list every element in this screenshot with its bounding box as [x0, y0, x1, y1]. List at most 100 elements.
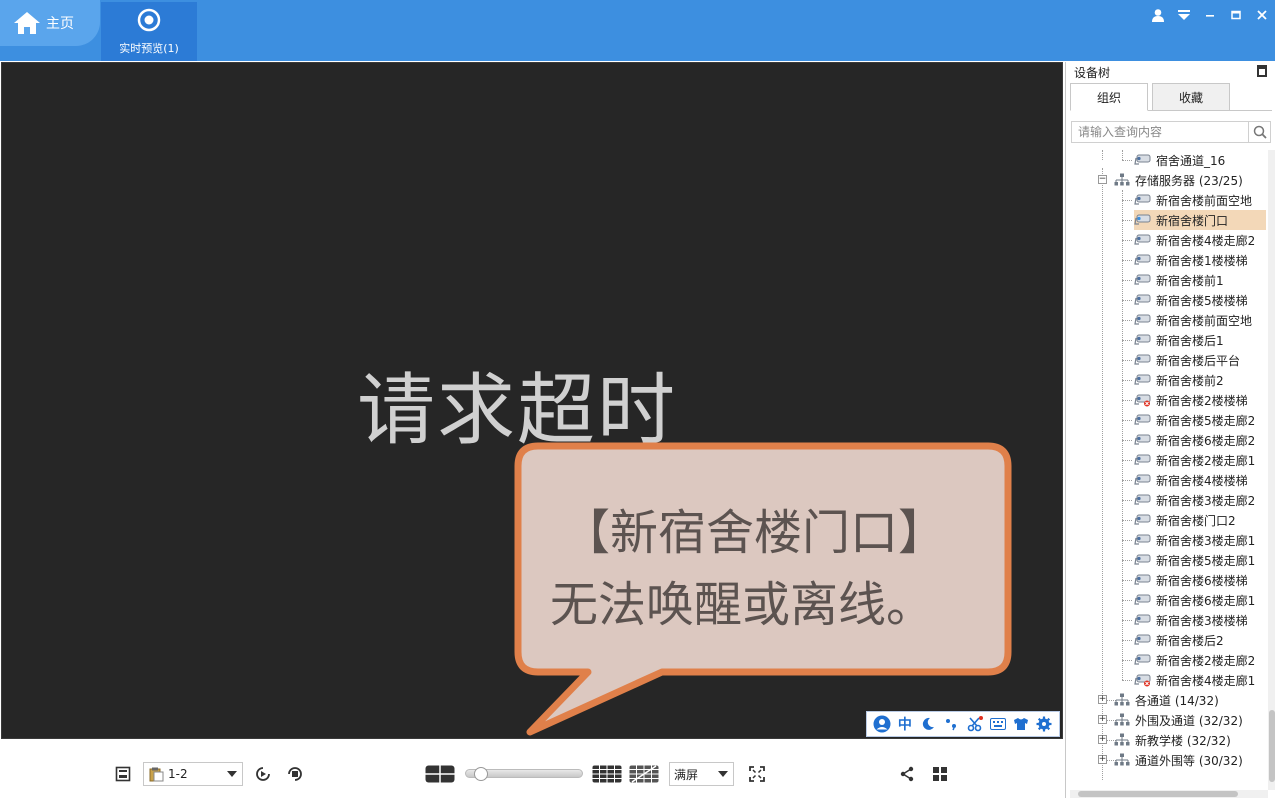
maximize-icon[interactable] [1227, 6, 1245, 24]
tree-item-label: 新宿舍楼后平台 [1156, 353, 1241, 368]
pin-icon[interactable] [1257, 65, 1267, 77]
chevron-down-icon [227, 771, 237, 777]
tree-item-camera[interactable]: 新宿舍楼4楼楼梯 [1134, 470, 1248, 490]
close-icon[interactable] [1253, 6, 1271, 24]
expand-toggle[interactable]: + [1098, 755, 1107, 764]
camera-icon [1134, 453, 1152, 467]
tree-item-label: 新宿舍楼6楼走廊2 [1156, 433, 1256, 448]
tree-item-label: 新宿舍楼6楼楼梯 [1156, 573, 1248, 588]
tree-item-camera[interactable]: 新宿舍楼5楼走廊2 [1134, 410, 1255, 430]
menu-dropdown-icon[interactable] [1175, 6, 1193, 24]
tree-item-camera[interactable]: 新宿舍楼前面空地 [1134, 190, 1252, 210]
expand-toggle[interactable]: + [1098, 715, 1107, 724]
tree-item-camera[interactable]: 新宿舍楼门口 [1134, 210, 1266, 230]
ime-language-toggle[interactable]: 中 [896, 715, 914, 733]
tree-item-camera[interactable]: 新宿舍楼前1 [1134, 270, 1224, 290]
ime-skin-icon[interactable] [1012, 715, 1030, 733]
camera-icon [1134, 353, 1152, 367]
playback-toolbar: 1-2 满屏 [0, 740, 1064, 798]
camera-icon [1134, 653, 1152, 667]
ime-logo-icon[interactable] [873, 715, 891, 733]
scrollbar-thumb[interactable] [1078, 791, 1238, 797]
tree-item-camera[interactable]: 新宿舍楼3楼走廊2 [1134, 490, 1255, 510]
camera-icon [1134, 273, 1152, 287]
user-icon[interactable] [1149, 6, 1167, 24]
fullscreen-icon[interactable] [748, 764, 766, 784]
custom-layout-icon[interactable] [629, 764, 659, 784]
tree-group[interactable]: 新教学楼 (32/32) [1114, 730, 1231, 750]
tree-item-camera[interactable]: 新宿舍楼5楼楼梯 [1134, 290, 1248, 310]
tree-item-camera[interactable]: 新宿舍楼后1 [1134, 330, 1224, 350]
tree-item-camera[interactable]: 新宿舍楼前2 [1134, 370, 1224, 390]
tab-organization[interactable]: 组织 [1070, 83, 1148, 111]
tree-item-camera[interactable]: 新宿舍楼后平台 [1134, 350, 1240, 370]
ime-settings-icon[interactable] [1035, 715, 1053, 733]
tab-live-preview[interactable]: 实时预览(1) [101, 2, 197, 61]
tree-item-camera[interactable]: 新宿舍楼1楼楼梯 [1134, 250, 1248, 270]
layout-4x4-icon[interactable] [592, 764, 622, 784]
tree-item-camera[interactable]: 新宿舍楼6楼走廊2 [1134, 430, 1255, 450]
tree-item-camera[interactable]: 新宿舍楼2楼走廊2 [1134, 650, 1255, 670]
search-input[interactable] [1072, 122, 1248, 142]
ime-punctuation-icon[interactable] [942, 715, 960, 733]
tree-item-camera[interactable]: 新宿舍楼5楼走廊1 [1134, 550, 1255, 570]
camera-icon [1134, 293, 1152, 307]
tree-group[interactable]: 外围及通道 (32/32) [1114, 710, 1243, 730]
tree-horizontal-scrollbar[interactable] [1070, 790, 1268, 798]
tree-group-label: 各通道 (14/32) [1135, 693, 1219, 708]
layout-2x2-icon[interactable] [425, 764, 455, 784]
tree-item-label: 新宿舍楼3楼走廊2 [1156, 493, 1256, 508]
ime-keyboard-icon[interactable] [989, 715, 1007, 733]
layout-slider-handle[interactable] [474, 767, 488, 781]
collapse-toggle[interactable]: − [1098, 175, 1107, 184]
tree-item-camera[interactable]: 新宿舍楼6楼走廊1 [1134, 590, 1255, 610]
ime-moon-icon[interactable] [919, 715, 937, 733]
tree-item-camera[interactable]: 新宿舍楼4楼走廊2 [1134, 230, 1255, 250]
camera-icon [1134, 493, 1152, 507]
tree-group[interactable]: 通道外围等 (30/32) [1114, 750, 1243, 770]
video-window[interactable]: 请求超时 【新宿舍楼门口】 无法唤醒或离线。 中 [1, 62, 1063, 739]
tab-favorites[interactable]: 收藏 [1152, 83, 1230, 111]
camera-icon [1134, 533, 1152, 547]
camera-offline-icon [1134, 673, 1152, 687]
tree-item-camera[interactable]: 新宿舍楼前面空地 [1134, 310, 1252, 330]
home-tab[interactable]: 主页 [0, 0, 100, 46]
tree-item-camera[interactable]: 新宿舍楼后2 [1134, 630, 1224, 650]
tree-item-camera[interactable]: 新宿舍楼2楼走廊1 [1134, 450, 1255, 470]
tree-item-camera[interactable]: 宿舍通道_16 [1134, 150, 1225, 170]
tree-group[interactable]: 各通道 (14/32) [1114, 690, 1219, 710]
bubble-offline-message: 无法唤醒或离线。 [550, 577, 935, 633]
camera-icon [1134, 313, 1152, 327]
scrollbar-thumb[interactable] [1269, 710, 1275, 782]
tree-item-camera[interactable]: 新宿舍楼门口2 [1134, 510, 1236, 530]
expand-toggle[interactable]: + [1098, 695, 1107, 704]
tree-group-storage-server[interactable]: 存储服务器 (23/25) [1114, 170, 1243, 190]
play-all-icon[interactable] [253, 764, 273, 784]
page-select[interactable]: 1-2 [143, 762, 243, 786]
tree-item-label: 新宿舍楼前1 [1156, 273, 1224, 288]
tree-item-label: 新宿舍楼5楼楼梯 [1156, 293, 1248, 308]
tree-item-camera[interactable]: 新宿舍楼2楼楼梯 [1134, 390, 1248, 410]
expand-toggle[interactable]: + [1098, 735, 1107, 744]
tree-group-label: 通道外围等 (30/32) [1135, 753, 1243, 768]
tree-item-label: 新宿舍楼2楼楼梯 [1156, 393, 1248, 408]
screen-mode-value: 满屏 [674, 767, 699, 782]
wall-layout-icon[interactable] [931, 764, 949, 784]
chevron-down-icon [718, 771, 728, 777]
camera-icon [1134, 613, 1152, 627]
tree-vertical-scrollbar[interactable] [1268, 150, 1275, 790]
save-layout-icon[interactable] [114, 764, 132, 784]
stop-all-icon[interactable] [285, 764, 305, 784]
share-icon[interactable] [898, 764, 916, 784]
tree-item-camera[interactable]: 新宿舍楼3楼楼梯 [1134, 610, 1248, 630]
tree-item-camera[interactable]: 新宿舍楼3楼走廊1 [1134, 530, 1255, 550]
tree-item-camera[interactable]: 新宿舍楼6楼楼梯 [1134, 570, 1248, 590]
minimize-icon[interactable] [1201, 6, 1219, 24]
tree-item-camera[interactable]: 新宿舍楼4楼走廊1 [1134, 670, 1255, 690]
screen-mode-select[interactable]: 满屏 [669, 762, 734, 786]
ime-scissors-icon[interactable] [966, 715, 984, 733]
device-tree-panel: 设备树 组织 收藏 宿舍通道_16 − [1065, 62, 1275, 798]
search-icon[interactable] [1248, 122, 1270, 142]
tree-group-label: 存储服务器 (23/25) [1135, 173, 1243, 188]
camera-icon [1134, 573, 1152, 587]
